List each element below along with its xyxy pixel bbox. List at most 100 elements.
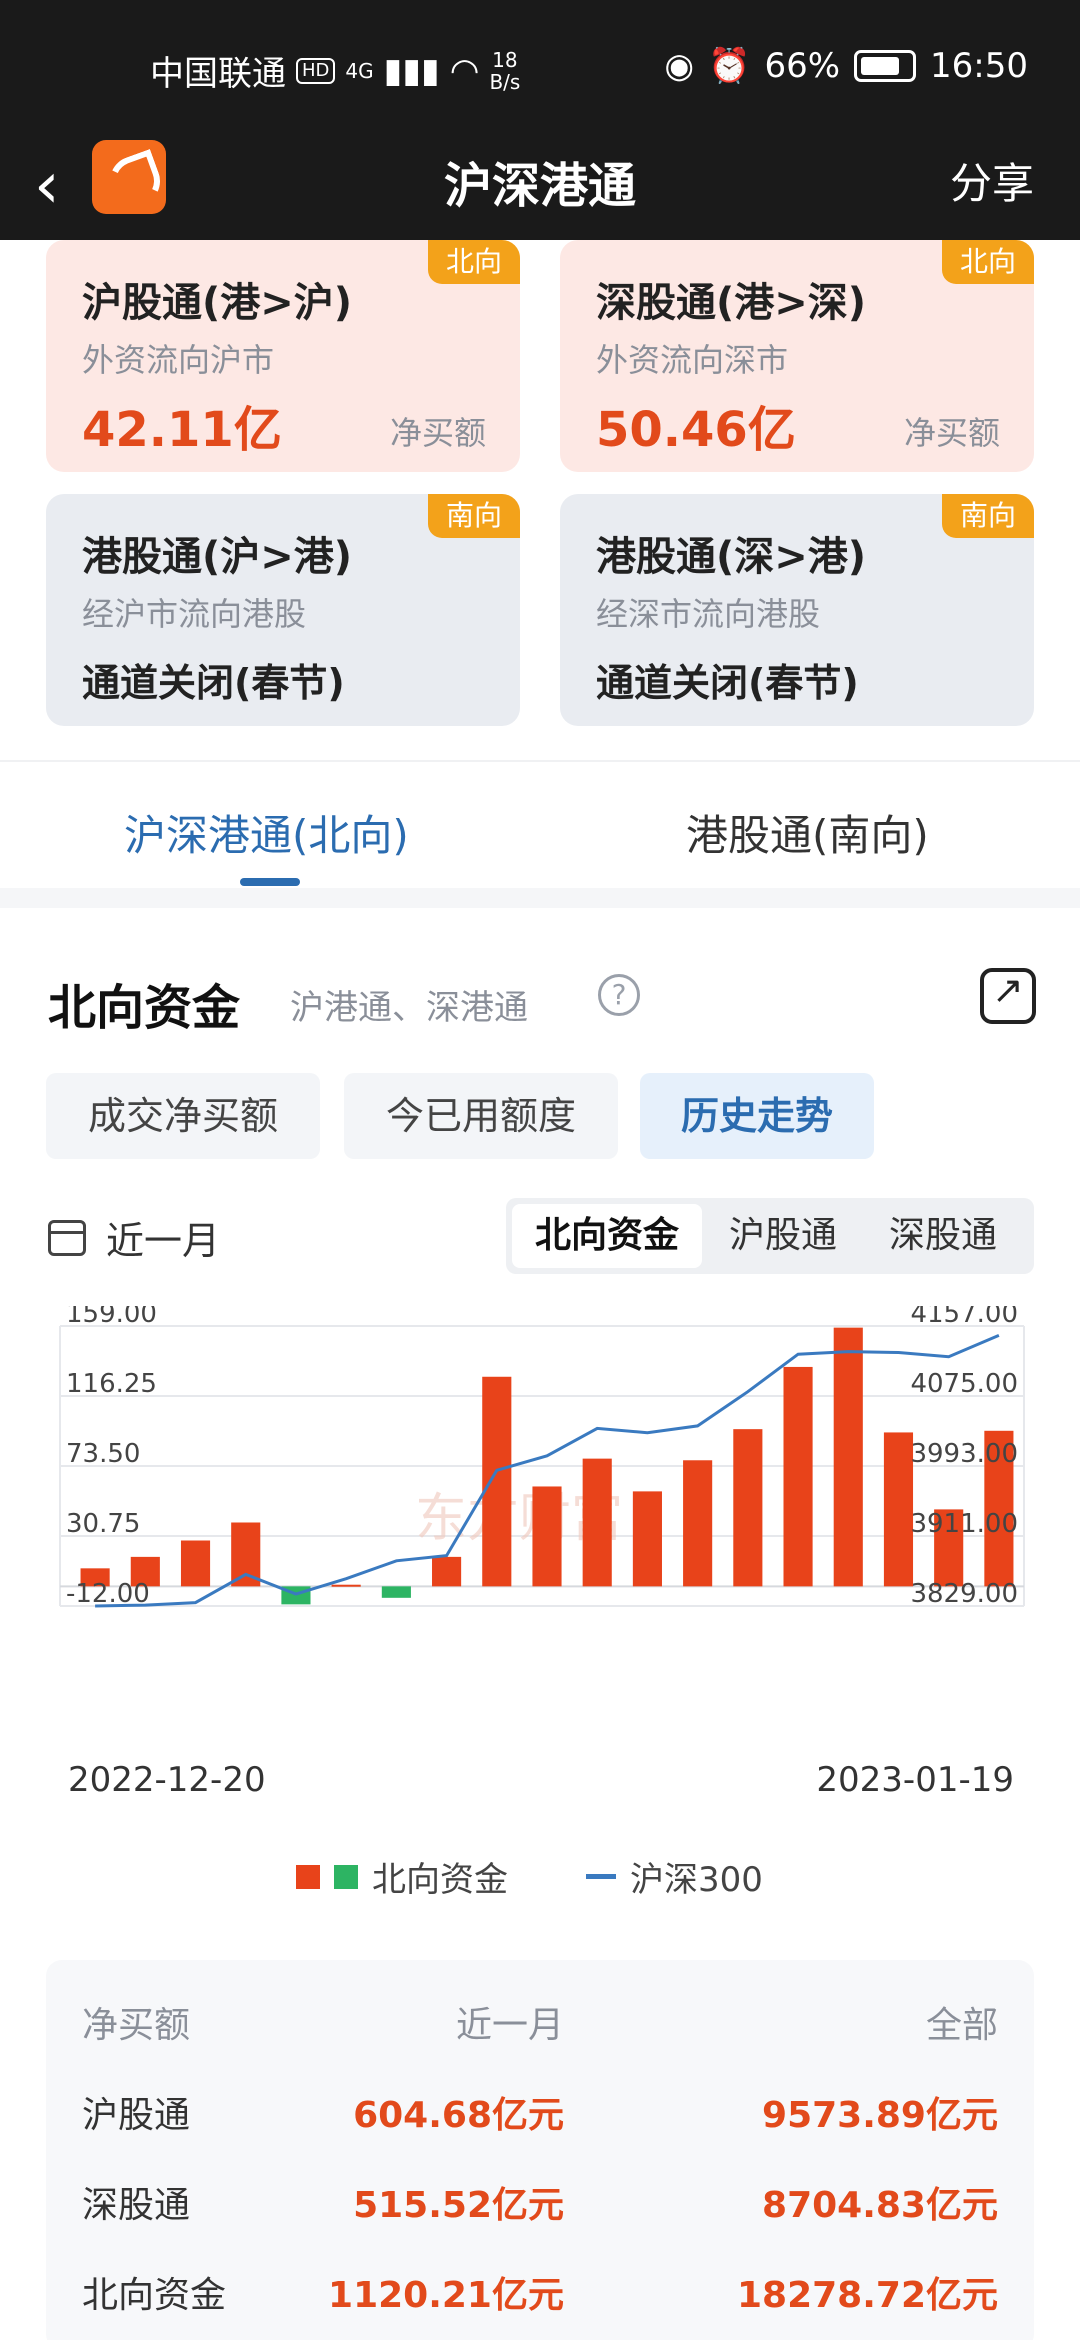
switch-north[interactable]: 北向资金 — [512, 1204, 702, 1268]
section-title: 北向资金 — [48, 980, 241, 1036]
chart-bar — [532, 1486, 562, 1587]
table-row: 深股通 515.52亿元 8704.83亿元 — [46, 2166, 1034, 2236]
card-status: 通道关闭(春节) — [82, 661, 345, 705]
switch-sh[interactable]: 沪股通 — [708, 1204, 858, 1268]
help-icon[interactable]: ? — [598, 974, 640, 1016]
table-cell: 18278.72亿元 — [736, 2275, 998, 2316]
calendar-icon — [48, 1219, 86, 1256]
card-sh-south[interactable]: 南向 港股通(沪>港) 经沪市流向港股 通道关闭(春节) — [46, 494, 520, 726]
card-unit: 净买额 — [389, 414, 486, 452]
chart-bar — [883, 1432, 914, 1587]
legend-bar-label: 北向资金 — [372, 1860, 508, 1900]
table-header-cell: 全部 — [925, 2005, 998, 2046]
card-sh-north[interactable]: 北向 沪股通(港>沪) 外资流向沪市 42.11亿 净买额 — [46, 240, 520, 472]
right-tick-label: 3911.00 — [910, 1509, 1018, 1539]
table-header: 净买额 近一月 全部 — [46, 1986, 1034, 2056]
chart-bar — [432, 1556, 462, 1587]
period-label: 近一月 — [106, 1219, 221, 1263]
alarm-icon: ⏰ — [708, 46, 751, 86]
direction-tabs: 沪深港通(北向) 港股通(南向) — [0, 760, 1080, 888]
chart-bar — [381, 1586, 411, 1598]
segment-quota[interactable]: 今已用额度 — [344, 1073, 618, 1159]
card-desc: 外资流向深市 — [596, 341, 789, 379]
left-tick-label: 73.50 — [66, 1439, 140, 1469]
share-button[interactable]: 分享 — [950, 150, 1034, 211]
carrier-label: 中国联通 — [150, 54, 286, 94]
card-value: 42.11亿 — [82, 402, 282, 458]
status-left: 中国联通 HD 4G ▮▮▮ ◠ 18 B/s — [150, 46, 520, 95]
tab-south[interactable]: 港股通(南向) — [686, 802, 929, 863]
speed-value: 18 — [492, 47, 518, 72]
network-label: 4G — [345, 58, 374, 83]
card-tag: 南向 — [942, 494, 1034, 538]
net-buy-table: 净买额 近一月 全部 沪股通 604.68亿元 9573.89亿元 深股通 51… — [46, 1960, 1034, 2340]
chart-legend: 北向资金 沪深300 — [296, 1852, 763, 1901]
chart-bar — [180, 1540, 211, 1587]
legend-positive-swatch — [296, 1864, 320, 1889]
card-name: 沪股通(港>沪) — [82, 280, 353, 326]
card-sz-north[interactable]: 北向 深股通(港>深) 外资流向深市 50.46亿 净买额 — [560, 240, 1034, 472]
network-speed: 18 B/s — [489, 49, 520, 93]
external-link-icon[interactable] — [980, 968, 1036, 1024]
card-desc: 经深市流向港股 — [596, 595, 821, 633]
battery-label: 66% — [764, 46, 841, 86]
table-row: 北向资金 1120.21亿元 18278.72亿元 — [46, 2256, 1034, 2326]
segment-history[interactable]: 历史走势 — [640, 1073, 874, 1159]
history-chart: 东方财富 159.00 4157.00116.25 4075.0073.50 3993… — [59, 1306, 1025, 1609]
period-selector[interactable]: 近一月 — [48, 1210, 220, 1265]
left-tick-label: -12.00 — [66, 1579, 150, 1609]
eye-icon: ◉ — [664, 46, 695, 86]
status-bar: 中国联通 HD 4G ▮▮▮ ◠ 18 B/s ◉ ⏰ 66% 16:50 — [0, 0, 1080, 140]
card-name: 港股通(深>港) — [596, 534, 867, 580]
card-desc: 外资流向沪市 — [82, 341, 275, 379]
left-tick-label: 116.25 — [66, 1369, 157, 1399]
card-value: 50.46亿 — [596, 402, 796, 458]
chart-bar — [231, 1522, 261, 1587]
table-header-cell: 近一月 — [455, 2005, 564, 2046]
table-cell: 515.52亿元 — [353, 2185, 564, 2226]
table-cell: 深股通 — [82, 2185, 191, 2226]
fund-switch: 北向资金 沪股通 深股通 — [506, 1198, 1034, 1274]
right-tick-label: 3829.00 — [910, 1579, 1018, 1609]
card-desc: 经沪市流向港股 — [82, 595, 307, 633]
legend-line-swatch — [586, 1874, 616, 1879]
battery-icon — [854, 50, 917, 82]
chart-start-date: 2022-12-20 — [68, 1760, 266, 1800]
tab-indicator — [240, 878, 300, 886]
table-cell: 1120.21亿元 — [328, 2275, 564, 2316]
right-tick-label: 4157.00 — [910, 1306, 1018, 1329]
table-row: 沪股通 604.68亿元 9573.89亿元 — [46, 2076, 1034, 2146]
chart-bar — [331, 1584, 361, 1587]
chart-bar — [632, 1491, 662, 1587]
chart-bar — [683, 1460, 713, 1587]
right-tick-label: 4075.00 — [910, 1369, 1018, 1399]
switch-sz[interactable]: 深股通 — [868, 1204, 1018, 1268]
card-sz-south[interactable]: 南向 港股通(深>港) 经深市流向港股 通道关闭(春节) — [560, 494, 1034, 726]
chart-end-date: 2023-01-19 — [816, 1760, 1014, 1800]
table-cell: 8704.83亿元 — [762, 2185, 998, 2226]
hd-badge: HD — [296, 57, 336, 84]
tab-north[interactable]: 沪深港通(北向) — [124, 802, 409, 863]
card-tag: 北向 — [428, 240, 520, 284]
signal-icon: ▮▮▮ — [383, 50, 440, 91]
page-title: 沪深港通 — [443, 158, 636, 214]
speed-unit: B/s — [489, 69, 521, 94]
left-tick-label: 30.75 — [66, 1509, 140, 1539]
top-bar: ‹ 沪深港通 分享 — [0, 140, 1080, 240]
chart-bar — [833, 1327, 863, 1587]
chart-bar — [482, 1376, 512, 1587]
card-status: 通道关闭(春节) — [596, 661, 859, 705]
table-cell: 沪股通 — [82, 2095, 191, 2136]
chart-bar — [582, 1458, 612, 1587]
table-cell: 9573.89亿元 — [762, 2095, 998, 2136]
chart-bar — [783, 1366, 813, 1587]
table-cell: 北向资金 — [82, 2275, 227, 2316]
card-tag: 北向 — [942, 240, 1034, 284]
segment-net-buy[interactable]: 成交净买额 — [46, 1073, 320, 1159]
card-name: 港股通(沪>港) — [82, 534, 353, 580]
status-right: ◉ ⏰ 66% 16:50 — [664, 46, 1028, 86]
card-unit: 净买额 — [903, 414, 1000, 452]
table-header-cell: 净买额 — [82, 2005, 191, 2046]
time-label: 16:50 — [930, 46, 1028, 86]
left-tick-label: 159.00 — [66, 1306, 157, 1329]
